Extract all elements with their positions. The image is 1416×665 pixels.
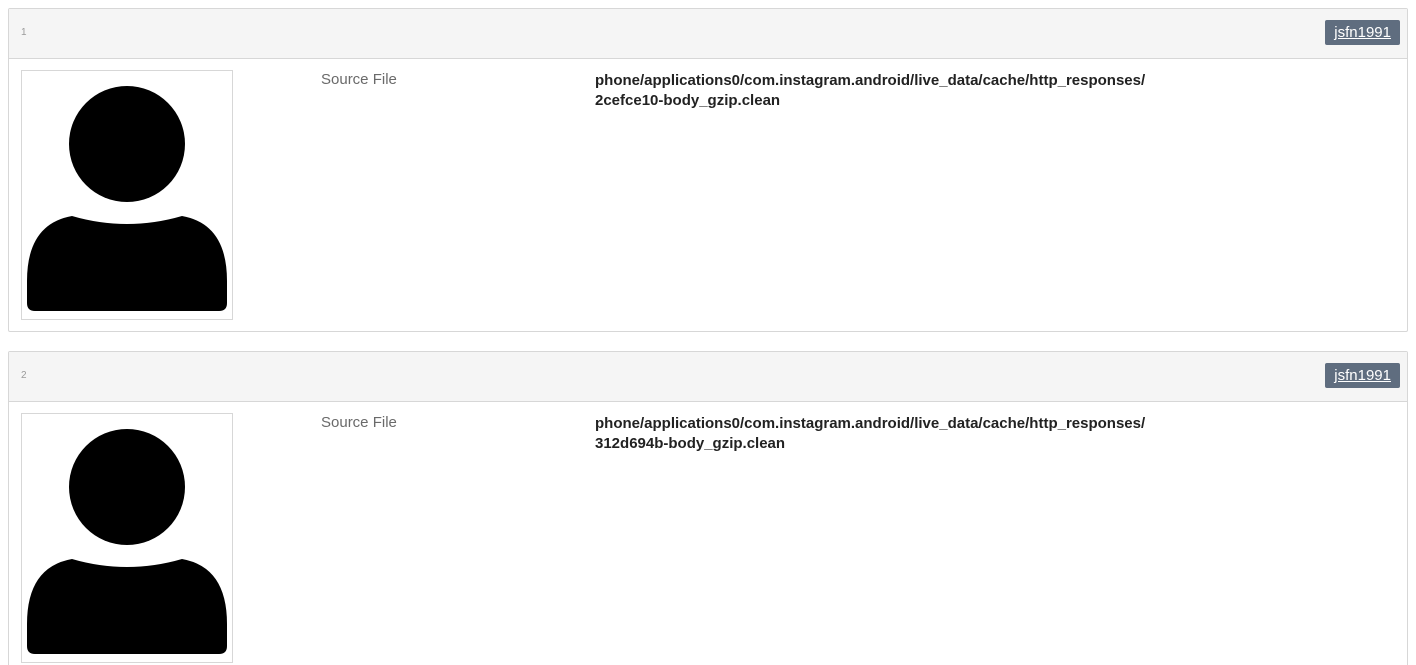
path-line: phone/applications0/com.instagram.androi… — [595, 415, 1146, 432]
user-tag-link[interactable]: jsfn1991 — [1325, 363, 1400, 388]
path-line: 2cefce10-body_gzip.clean — [595, 92, 781, 109]
source-file-label: Source File — [321, 71, 397, 88]
avatar — [21, 413, 233, 663]
result-card: 2 jsfn1991 Source File phone/application… — [8, 351, 1408, 665]
user-silhouette-icon — [27, 86, 227, 311]
result-card-header: 2 jsfn1991 — [9, 352, 1407, 402]
source-file-label: Source File — [321, 414, 397, 431]
user-silhouette-icon — [27, 429, 227, 654]
result-index: 1 — [21, 27, 27, 38]
avatar — [21, 70, 233, 320]
result-index: 2 — [21, 370, 27, 381]
result-card: 1 jsfn1991 Source File phone/application… — [8, 8, 1408, 332]
result-card-body: Source File phone/applications0/com.inst… — [9, 402, 1407, 665]
source-file-path: phone/applications0/com.instagram.androi… — [595, 71, 1375, 111]
path-line: phone/applications0/com.instagram.androi… — [595, 72, 1146, 89]
result-card-body: Source File phone/applications0/com.inst… — [9, 59, 1407, 329]
result-card-header: 1 jsfn1991 — [9, 9, 1407, 59]
user-tag-link[interactable]: jsfn1991 — [1325, 20, 1400, 45]
results-list: 1 jsfn1991 Source File phone/application… — [0, 0, 1416, 665]
source-file-path: phone/applications0/com.instagram.androi… — [595, 414, 1375, 454]
path-line: 312d694b-body_gzip.clean — [595, 435, 786, 452]
